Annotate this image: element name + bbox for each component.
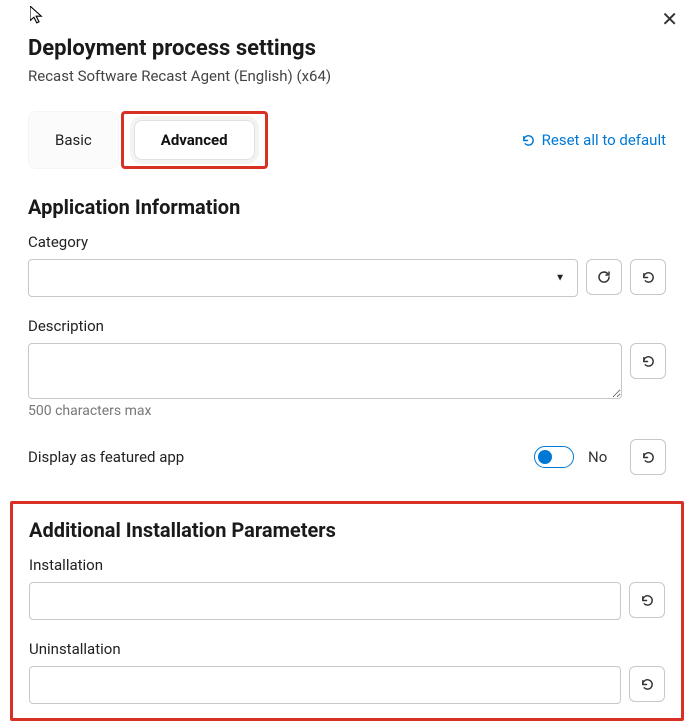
category-label: Category	[28, 233, 666, 251]
undo-icon	[641, 270, 656, 285]
installation-reset-button[interactable]	[629, 582, 665, 618]
installation-input[interactable]	[29, 582, 621, 620]
undo-icon	[640, 593, 655, 608]
undo-icon	[640, 677, 655, 692]
reset-all-button[interactable]: Reset all to default	[521, 131, 666, 149]
close-icon: ✕	[661, 9, 678, 31]
page-title: Deployment process settings	[28, 36, 666, 61]
description-label: Description	[28, 317, 666, 335]
tab-group: Basic Advanced	[28, 111, 268, 169]
close-button[interactable]: ✕	[661, 10, 678, 30]
category-refresh-button[interactable]	[586, 259, 622, 295]
page-subtitle: Recast Software Recast Agent (English) (…	[28, 67, 666, 85]
highlight-advanced-tab: Advanced	[121, 111, 268, 169]
reset-all-label: Reset all to default	[542, 131, 666, 149]
uninstallation-input[interactable]	[29, 666, 621, 704]
description-helper: 500 characters max	[28, 403, 666, 419]
description-reset-button[interactable]	[630, 343, 666, 379]
description-textarea[interactable]	[28, 343, 622, 399]
uninstallation-label: Uninstallation	[29, 640, 665, 658]
featured-app-toggle[interactable]	[534, 446, 574, 468]
toggle-knob	[538, 450, 552, 464]
featured-app-reset-button[interactable]	[630, 439, 666, 475]
featured-app-label: Display as featured app	[28, 448, 524, 466]
undo-icon	[641, 354, 656, 369]
section-additional-parameters: Additional Installation Parameters	[29, 518, 665, 542]
featured-app-value: No	[588, 448, 616, 466]
uninstallation-reset-button[interactable]	[629, 666, 665, 702]
refresh-icon	[596, 269, 612, 285]
tab-basic[interactable]: Basic	[28, 111, 119, 169]
category-reset-button[interactable]	[630, 259, 666, 295]
undo-icon	[641, 450, 656, 465]
section-application-information: Application Information	[28, 195, 666, 219]
installation-label: Installation	[29, 556, 665, 574]
undo-icon	[521, 133, 536, 148]
highlight-additional-parameters: Additional Installation Parameters Insta…	[10, 501, 684, 721]
tab-advanced[interactable]: Advanced	[134, 120, 255, 160]
category-select[interactable]	[28, 259, 578, 297]
